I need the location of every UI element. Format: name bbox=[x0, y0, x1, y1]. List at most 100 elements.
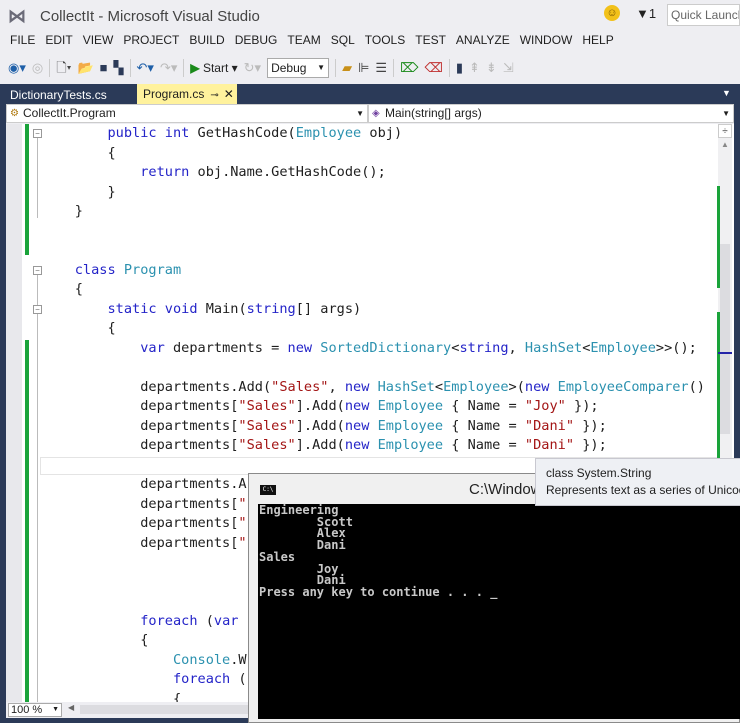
scrollbar-change-marker bbox=[717, 186, 720, 288]
tab-program[interactable]: Program.cs ⊸ ✕ bbox=[137, 84, 237, 104]
code-line: { bbox=[42, 690, 181, 703]
code-line: } bbox=[42, 202, 83, 222]
code-token: GetHashCode( bbox=[189, 125, 296, 141]
back-navigate-icon[interactable]: ◉▾ bbox=[8, 58, 26, 78]
collapse-icon[interactable]: − bbox=[33, 266, 42, 275]
code-token: departments.A bbox=[42, 476, 247, 492]
code-token: departments[ bbox=[42, 417, 239, 434]
undo-icon[interactable]: ↶▾ bbox=[137, 58, 154, 78]
new-project-icon[interactable]: 🗋▾ bbox=[56, 58, 71, 78]
chevron-down-icon: ▼ bbox=[722, 109, 730, 118]
menu-sql[interactable]: SQL bbox=[329, 32, 363, 52]
code-token: " bbox=[238, 534, 247, 551]
menu-edit[interactable]: EDIT bbox=[43, 32, 80, 52]
zoom-level-dropdown[interactable]: 100 % ▼ bbox=[8, 703, 62, 717]
refresh-icon[interactable]: ↻▾ bbox=[244, 58, 261, 78]
menu-debug[interactable]: DEBUG bbox=[233, 32, 286, 52]
code-token: Employee bbox=[295, 125, 362, 141]
find-in-files-icon[interactable]: ▰ bbox=[342, 58, 352, 78]
chevron-down-icon: ▼ bbox=[52, 706, 59, 713]
start-debugging-button[interactable]: ▶ Start ▾ bbox=[190, 61, 237, 75]
quick-launch-input[interactable]: Quick Launch bbox=[667, 4, 740, 26]
code-token: < bbox=[434, 378, 444, 395]
code-token: departments[ bbox=[42, 437, 239, 453]
flag-icon: ▼ bbox=[636, 6, 649, 21]
code-line: departments["Sales"].Add(new Employee { … bbox=[42, 417, 607, 437]
code-token: { Name = bbox=[443, 398, 525, 414]
scroll-left-arrow-icon[interactable]: ◀ bbox=[68, 703, 74, 712]
collapse-icon[interactable]: − bbox=[33, 305, 42, 314]
notifications-button[interactable]: ▼1 bbox=[636, 6, 656, 21]
code-token: .W bbox=[230, 651, 247, 668]
standard-toolbar: ◉▾ ◎ 🗋▾ 📂 ■ ▚ ↶▾ ↷▾ ▶ Start ▾ ↻▾ Debug ▼ … bbox=[0, 52, 740, 84]
menu-build[interactable]: BUILD bbox=[187, 32, 232, 52]
code-line: } bbox=[42, 183, 115, 203]
split-window-icon[interactable]: ÷ bbox=[718, 124, 732, 138]
clear-bookmarks-icon[interactable]: ⇲ bbox=[503, 58, 514, 78]
code-token: }); bbox=[574, 437, 607, 453]
member-selector-dropdown[interactable]: ◈ Main(string[] args) ▼ bbox=[368, 104, 734, 123]
menu-bar: FILE EDIT VIEW PROJECT BUILD DEBUG TEAM SQL TOOL… bbox=[0, 32, 740, 52]
menu-test[interactable]: TEST bbox=[413, 32, 454, 52]
scrollbar-thumb[interactable] bbox=[720, 244, 730, 434]
collapse-icon[interactable]: − bbox=[33, 129, 42, 138]
menu-window[interactable]: WINDOW bbox=[518, 32, 581, 52]
forward-navigate-icon[interactable]: ◎ bbox=[32, 58, 43, 78]
save-icon[interactable]: ■ bbox=[100, 58, 108, 78]
menu-file[interactable]: FILE bbox=[8, 32, 43, 52]
code-token: new bbox=[524, 378, 550, 395]
solution-configuration-dropdown[interactable]: Debug ▼ bbox=[267, 58, 330, 78]
menu-analyze[interactable]: ANALYZE bbox=[454, 32, 518, 52]
code-token: "Sales" bbox=[238, 417, 296, 434]
horizontal-scrollbar-thumb[interactable] bbox=[80, 705, 250, 714]
menu-project[interactable]: PROJECT bbox=[121, 32, 187, 52]
menu-help[interactable]: HELP bbox=[580, 32, 621, 52]
code-line: public int GetHashCode(Employee obj) bbox=[42, 124, 402, 144]
align-left-icon[interactable]: ⊫ bbox=[358, 58, 369, 78]
scrollbar-caret-marker bbox=[718, 352, 732, 354]
console-output: Engineering Scott Alex Dani Sales Joy Da… bbox=[259, 503, 498, 599]
open-file-icon[interactable]: 📂 bbox=[77, 58, 93, 78]
code-token: departments[ bbox=[42, 534, 239, 551]
scroll-up-arrow-icon[interactable]: ▲ bbox=[718, 140, 732, 149]
bookmark-icon[interactable]: ▮ bbox=[456, 58, 463, 78]
code-line: { bbox=[42, 280, 83, 300]
navigation-bar: ⚙ CollectIt.Program ▼ ◈ Main(string[] args)… bbox=[6, 104, 734, 124]
type-selector-dropdown[interactable]: ⚙ CollectIt.Program ▼ bbox=[6, 104, 368, 123]
code-token: SortedDictionary bbox=[320, 339, 452, 356]
code-token: " bbox=[238, 515, 247, 531]
feedback-smiley-icon[interactable]: ☺ bbox=[604, 5, 620, 21]
save-all-icon[interactable]: ▚ bbox=[114, 58, 124, 78]
code-line: foreach (var bbox=[42, 612, 238, 632]
redo-icon[interactable]: ↷▾ bbox=[160, 58, 177, 78]
code-line: departments[" bbox=[42, 514, 247, 534]
previous-bookmark-icon[interactable]: ⇞ bbox=[469, 58, 480, 78]
close-icon[interactable]: ✕ bbox=[224, 87, 234, 101]
next-bookmark-icon[interactable]: ⇟ bbox=[486, 58, 497, 78]
separator bbox=[129, 59, 131, 77]
uncomment-icon[interactable]: ⌫ bbox=[424, 58, 442, 78]
code-token: "Joy" bbox=[524, 398, 566, 414]
code-token: new bbox=[287, 339, 313, 356]
separator bbox=[335, 59, 337, 77]
tab-dictionarytests[interactable]: DictionaryTests.cs bbox=[4, 86, 113, 104]
tab-overflow-chevron-icon[interactable]: ▼ bbox=[722, 88, 731, 98]
code-token: HashSet bbox=[524, 339, 583, 356]
play-icon: ▶ bbox=[190, 61, 200, 75]
chevron-down-icon: ▼ bbox=[356, 109, 364, 118]
code-token: [] args) bbox=[295, 300, 362, 317]
code-token: Employee bbox=[590, 339, 656, 356]
menu-tools[interactable]: TOOLS bbox=[363, 32, 413, 52]
outdent-icon[interactable]: ☰ bbox=[375, 58, 387, 78]
console-output-area[interactable]: Engineering Scott Alex Dani Sales Joy Da… bbox=[258, 504, 740, 719]
console-window[interactable]: C:\ C:\Windows Engineering Scott Alex Da… bbox=[248, 473, 740, 723]
menu-team[interactable]: TEAM bbox=[285, 32, 328, 52]
code-line: return obj.Name.GetHashCode(); bbox=[42, 163, 386, 183]
pin-icon[interactable]: ⊸ bbox=[210, 90, 218, 101]
comment-icon[interactable]: ⌦ bbox=[400, 58, 418, 78]
code-token: }); bbox=[574, 417, 607, 434]
menu-view[interactable]: VIEW bbox=[81, 32, 122, 52]
code-token: foreach bbox=[140, 612, 198, 629]
